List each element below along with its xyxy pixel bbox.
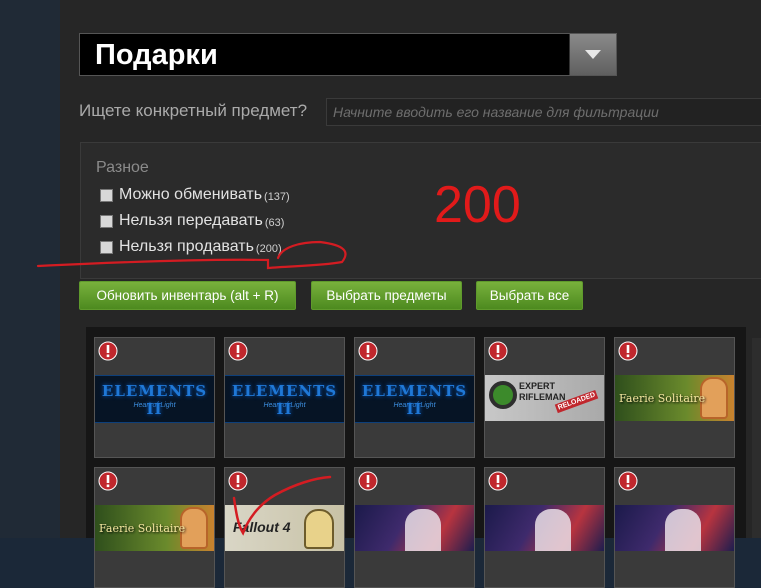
refresh-inventory-button[interactable]: Обновить инвентарь (alt + R) [79,281,296,310]
inventory-item-tile[interactable]: Faerie Solitaire [614,337,735,458]
exclamation-circle-icon [98,471,118,491]
filter-option-not-transferable[interactable]: Нельзя передавать (63) [100,212,284,230]
elements-ii-banner: Heart of Light ELEMENTS II [355,375,474,423]
inventory-item-tile[interactable] [484,467,605,588]
inventory-item-tile[interactable]: Heart of Light ELEMENTS II [94,337,215,458]
tile-art-title: Faerie Solitaire [619,392,706,405]
side-scroll-panel [752,338,761,538]
exclamation-circle-icon [488,341,508,361]
exclamation-circle-icon [358,341,378,361]
inventory-item-tile[interactable] [354,467,475,588]
inventory-item-tile[interactable]: RELOADED EXPERT RIFLEMAN [484,337,605,458]
inventory-item-tile[interactable]: Faerie Solitaire [94,467,215,588]
exclamation-circle-icon [618,471,638,491]
anime-banner [485,505,604,551]
page-left-margin [0,0,60,538]
faerie-solitaire-banner: Faerie Solitaire [615,375,734,421]
target-icon [489,381,517,409]
exclamation-circle-icon [228,471,248,491]
tile-art-title: ELEMENTS II [101,382,208,418]
dropdown-toggle-button[interactable] [569,34,616,75]
checkbox[interactable] [100,240,113,254]
inventory-category-dropdown[interactable]: Подарки [79,33,617,76]
tile-art-title: Fallout 4 [233,519,291,535]
filter-option-count: (200) [255,243,282,255]
exclamation-circle-icon [358,471,378,491]
filter-option-label: Можно обменивать [119,186,263,203]
anime-banner [355,505,474,551]
inventory-item-tile[interactable] [614,467,735,588]
tile-art-title: ELEMENTS II [361,382,468,418]
filter-option-tradable[interactable]: Можно обменивать (137) [100,186,290,204]
filter-option-label: Нельзя передавать [119,212,263,229]
select-items-button[interactable]: Выбрать предметы [311,281,462,310]
fallout-4-banner: Fallout 4 [225,505,344,551]
vault-boy-figure [304,509,334,549]
anime-banner [615,505,734,551]
tile-art-title: EXPERT RIFLEMAN [519,381,566,402]
filter-panel: Разное Можно обменивать (137) Нельзя пер… [80,142,761,279]
search-label: Ищете конкретный предмет? [79,101,308,120]
elements-ii-banner: Heart of Light ELEMENTS II [95,375,214,423]
filter-section-title: Разное [96,159,149,176]
expert-rifleman-banner: RELOADED EXPERT RIFLEMAN [485,375,604,421]
filter-option-label: Нельзя продавать [119,238,254,255]
inventory-item-tile[interactable]: Fallout 4 [224,467,345,588]
inventory-item-tile[interactable]: Heart of Light ELEMENTS II [354,337,475,458]
filter-option-not-sellable[interactable]: Нельзя продавать (200) [100,238,282,256]
tile-art-title: ELEMENTS II [231,382,338,418]
checkbox[interactable] [100,188,113,202]
tile-art-title: Faerie Solitaire [99,522,186,535]
anime-character-art [405,509,441,551]
anime-character-art [535,509,571,551]
inventory-item-tile[interactable]: Heart of Light ELEMENTS II [224,337,345,458]
elements-ii-banner: Heart of Light ELEMENTS II [225,375,344,423]
filter-option-count: (137) [264,191,290,203]
chevron-down-icon [585,50,601,59]
dropdown-selected-label: Подарки [95,39,218,71]
filter-option-count: (63) [264,217,285,229]
exclamation-circle-icon [98,341,118,361]
exclamation-circle-icon [228,341,248,361]
checkbox[interactable] [100,214,113,228]
exclamation-circle-icon [618,341,638,361]
faerie-solitaire-banner: Faerie Solitaire [95,505,214,551]
anime-character-art [665,509,701,551]
select-all-button[interactable]: Выбрать все [476,281,583,310]
red-annotation-text: 200 [434,176,521,234]
search-filter-input[interactable] [326,98,761,126]
exclamation-circle-icon [488,471,508,491]
